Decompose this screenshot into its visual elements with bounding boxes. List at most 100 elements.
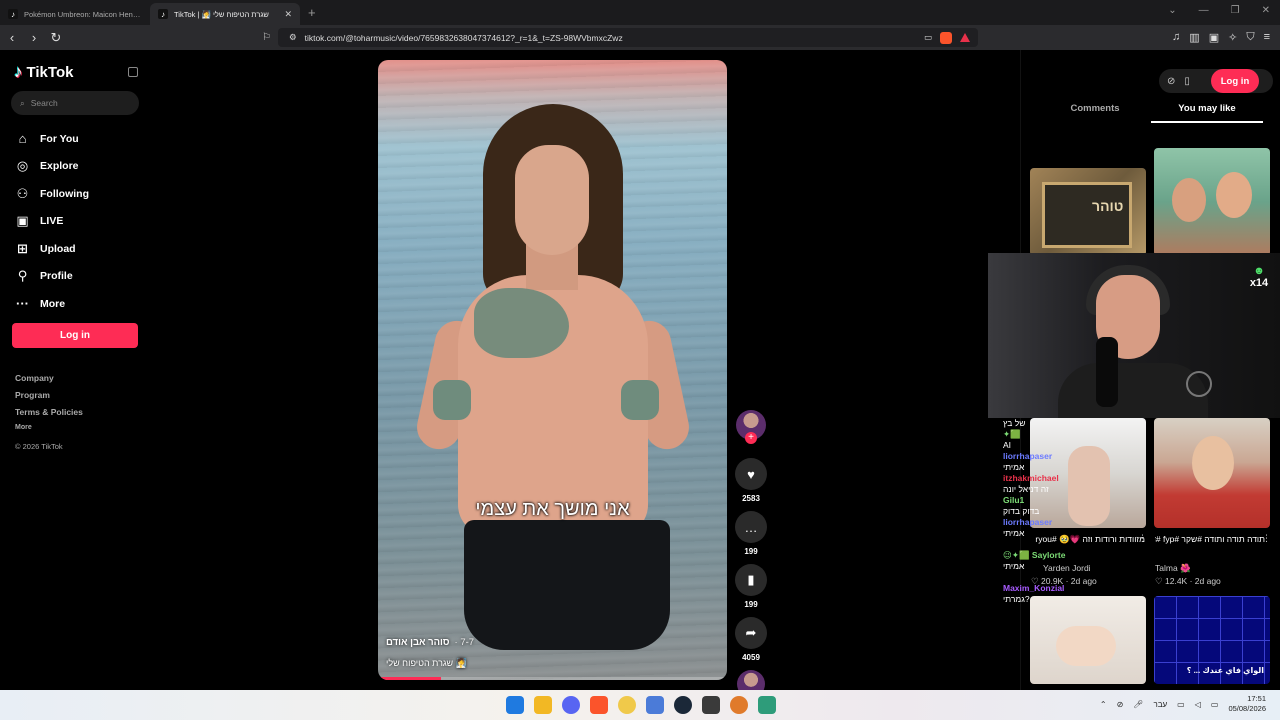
chat-line: liorrhapaser (1003, 517, 1053, 527)
app-icon[interactable] (730, 696, 748, 714)
os-taskbar: ⌃ ⊘ 🎤︎ עבר ▭ ◁ ▭ 17:51 05/08/2026 (0, 690, 1280, 720)
video-mud-fist (433, 380, 471, 420)
minimize-icon[interactable]: — (1199, 5, 1209, 16)
volume-icon[interactable]: ◁ (1195, 700, 1201, 709)
footer-terms[interactable]: Terms & Policies (15, 407, 83, 424)
webcam-person-body (1058, 363, 1208, 418)
brave-rewards-icon[interactable] (960, 33, 970, 42)
new-tab-icon[interactable]: + (308, 5, 316, 20)
screen: ♪ Pokémon Umbreon: Maicon Henriqu... ♪ T… (0, 0, 1280, 720)
webcam-microphone (1096, 337, 1118, 407)
phone-icon[interactable]: ▯ (1184, 76, 1190, 87)
search-icon: ⌕ (20, 97, 25, 108)
close-tab-icon[interactable]: ✕ (284, 9, 292, 20)
header-login-button[interactable]: Log in (1211, 69, 1259, 93)
browser-tab-pokemon[interactable]: ♪ Pokémon Umbreon: Maicon Henriqu... (0, 3, 150, 25)
network-icon[interactable]: ⊘ (1117, 700, 1124, 709)
follow-plus-icon[interactable]: + (745, 432, 757, 444)
display-icon[interactable]: ▭ (1177, 700, 1185, 709)
suggested-video-thumbnail[interactable] (1154, 418, 1270, 528)
maximize-icon[interactable]: ❐ (1231, 5, 1240, 16)
nav-live[interactable]: ▣ LIVE (15, 208, 89, 236)
app-icon[interactable] (758, 696, 776, 714)
suggested-video-thumbnail[interactable]: الواي فاي عندك ... ؟ (1154, 596, 1270, 684)
comment-button[interactable]: … (735, 511, 767, 543)
forward-icon[interactable]: › (24, 30, 44, 45)
nav-for-you[interactable]: ⌂ For You (15, 125, 89, 153)
chat-line: בדוק בדוק (1003, 506, 1040, 516)
compass-icon[interactable]: ⊘ (1167, 76, 1175, 87)
app-icon[interactable] (702, 696, 720, 714)
file-explorer-icon[interactable] (534, 696, 552, 714)
footer-more[interactable]: More (15, 424, 83, 442)
menu-icon[interactable]: ≡ (1264, 31, 1270, 44)
input-language[interactable]: עבר (1153, 700, 1167, 709)
chat-line: Maxim_Konzial (1003, 583, 1065, 593)
video-progress-bar[interactable] (378, 677, 727, 680)
nav-label: Explore (40, 160, 79, 173)
wallet-icon[interactable]: ▣ (1209, 31, 1219, 44)
video-player[interactable]: אני מושך את עצמי סוהר אבן אודם · 7-7 שגר… (378, 60, 727, 680)
tab-comments[interactable]: Comments (1039, 103, 1151, 123)
tiktok-logo[interactable]: ♪ TikTok (14, 62, 73, 82)
nav-explore[interactable]: ◎ Explore (15, 153, 89, 181)
browser-right-icons: ♫ ▥ ▣ ✧ ⛉ ≡ (1172, 31, 1270, 44)
more-options-icon[interactable]: ⋮ (1138, 533, 1147, 544)
cast-icon[interactable]: ▭ (924, 32, 932, 43)
reload-icon[interactable]: ↻ (46, 30, 66, 46)
nav-following[interactable]: ⚇ Following (15, 180, 89, 208)
footer-program[interactable]: Program (15, 390, 83, 407)
windows-start-icon[interactable] (506, 696, 524, 714)
tray-chevron-icon[interactable]: ⌃ (1100, 700, 1107, 709)
nav-more[interactable]: ··· More (15, 290, 89, 318)
footer-company[interactable]: Company (15, 373, 83, 390)
share-count: 4059 (742, 653, 760, 662)
stream-chat-overlay: של בץ ✦🟩 AI liorrhapaser אמיתי itzhakmichael ז… (1003, 418, 1073, 605)
like-button[interactable]: ♥ (735, 458, 767, 490)
more-options-icon[interactable]: ⋮ (1262, 533, 1271, 544)
sidebar-icon[interactable]: ▥ (1189, 31, 1199, 44)
media-icon[interactable]: ♫ (1172, 31, 1180, 44)
chat-line (1003, 572, 1073, 583)
save-button[interactable]: ▮ (735, 564, 767, 596)
leo-icon[interactable]: ✧ (1228, 31, 1237, 44)
discord-icon[interactable] (562, 696, 580, 714)
collapse-sidebar-icon[interactable] (128, 67, 138, 77)
suggested-video-thumbnail[interactable] (1030, 596, 1146, 684)
suggested-video-likes: 12.4K (1165, 576, 1188, 586)
close-window-icon[interactable]: ✕ (1262, 5, 1270, 16)
tab-search-icon[interactable]: ⌄ (1168, 5, 1176, 16)
address-bar[interactable]: ⚐ ⚙ tiktok.com/@toharmusic/video/7659832… (262, 28, 978, 47)
webcam-emote-badge: ☻ x14 (1249, 265, 1269, 289)
clock[interactable]: 17:51 05/08/2026 (1228, 694, 1266, 714)
suggested-video-author[interactable]: Talma 🌺 (1155, 563, 1191, 574)
app-icon[interactable] (646, 696, 664, 714)
video-author[interactable]: סוהר אבן אודם (386, 637, 450, 648)
suggested-video-thumbnail[interactable] (1154, 148, 1270, 256)
suggested-video-meta: ♡ 12.4K · 2d ago (1155, 576, 1221, 586)
back-icon[interactable]: ‹ (2, 30, 22, 45)
share-button[interactable]: ➦ (735, 617, 767, 649)
nav-profile[interactable]: ⚲ Profile (15, 263, 89, 291)
mic-icon[interactable]: 🎤︎ (1133, 700, 1143, 709)
brave-shields-icon[interactable] (940, 31, 952, 44)
battery-icon[interactable]: ▭ (1211, 700, 1219, 709)
suggested-video-description[interactable]: תודה תודה ותודה #שקר #fyp #דניאל_יונה #ס… (1155, 533, 1265, 546)
nav-upload[interactable]: ⊞ Upload (15, 235, 89, 263)
suggested-video-thumbnail[interactable]: טוהר (1030, 168, 1146, 256)
video-author-line: סוהר אבן אודם · 7-7 (386, 637, 474, 648)
app-icon[interactable] (618, 696, 636, 714)
sidebar-login-button[interactable]: Log in (12, 323, 138, 348)
site-info-icon[interactable]: ⚙ (289, 32, 297, 43)
thumbnail-face (1172, 178, 1206, 222)
brave-icon[interactable] (590, 696, 608, 714)
steam-icon[interactable] (674, 696, 692, 714)
video-caption: אני מושך את עצמי (475, 498, 630, 520)
creator-avatar[interactable]: + (736, 410, 766, 444)
chat-line: גמרתי? (1003, 594, 1030, 604)
browser-tab-tiktok[interactable]: ♪ TikTok | 🧖 שגרת הטיפוח שלי ✕ (150, 3, 300, 25)
tab-you-may-like[interactable]: You may like (1151, 103, 1263, 123)
bookmark-icon[interactable]: ⚐ (262, 32, 271, 43)
search-input[interactable]: ⌕ Search (11, 91, 139, 115)
vpn-icon[interactable]: ⛉ (1246, 31, 1254, 44)
